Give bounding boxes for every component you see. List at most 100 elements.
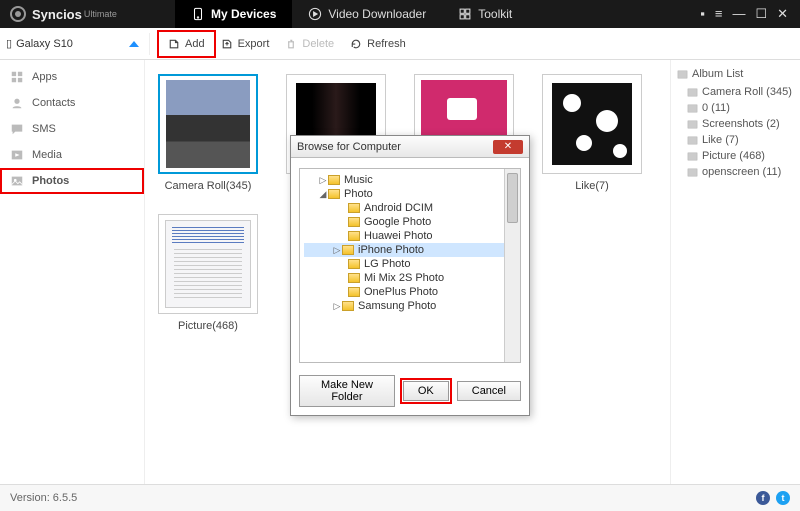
image-icon [687,167,698,178]
nav-video-label: Video Downloader [328,7,426,21]
tree-label: Music [344,174,373,186]
play-icon [308,7,322,21]
tree-label: iPhone Photo [358,244,424,256]
album-list-item-zero[interactable]: 0 (11) [677,100,794,116]
tree-scrollbar[interactable] [504,169,520,362]
folder-icon [342,245,354,255]
tree-label: Google Photo [364,216,431,228]
delete-button[interactable]: Delete [277,33,342,55]
tree-item-mimix[interactable]: Mi Mix 2S Photo [304,271,516,285]
status-bar: Version: 6.5.5 f t [0,484,800,511]
tree-item-huawei[interactable]: Huawei Photo [304,229,516,243]
collapse-icon[interactable] [129,41,139,47]
close-button[interactable]: ✕ [777,6,788,22]
menu-icon[interactable]: ≡ [715,6,723,22]
tree-item-oneplus[interactable]: OnePlus Photo [304,285,516,299]
tree-item-photo[interactable]: ◢ Photo [304,187,516,201]
tree-item-music[interactable]: ▷ Music [304,173,516,187]
rp-label: Screenshots (2) [702,118,780,130]
album-list-item-picture[interactable]: Picture (468) [677,148,794,164]
export-icon [221,38,233,50]
expand-icon[interactable]: ▷ [332,301,342,312]
folder-icon [348,231,360,241]
nav-video-downloader[interactable]: Video Downloader [292,0,442,28]
rp-label: Like (7) [702,134,739,146]
folder-icon [348,203,360,213]
category-sidebar: Apps Contacts SMS Media Photos [0,60,145,484]
collapse-icon[interactable]: ◢ [318,189,328,200]
delete-icon [285,38,297,50]
tree-label: Photo [344,188,373,200]
twitter-icon[interactable]: t [776,491,790,505]
tree-item-iphone[interactable]: ▷ iPhone Photo [304,243,516,257]
scrollbar-thumb[interactable] [507,173,518,223]
toolkit-icon [458,7,472,21]
feedback-icon[interactable]: ▪ [700,6,705,22]
dialog-close-button[interactable]: ✕ [493,140,523,154]
refresh-button[interactable]: Refresh [342,33,414,55]
nav-toolkit[interactable]: Toolkit [442,0,528,28]
sidebar-item-photos[interactable]: Photos [0,168,144,194]
sidebar-item-apps[interactable]: Apps [0,64,144,90]
version-label: Version: 6.5.5 [10,492,77,504]
image-icon [687,135,698,146]
maximize-button[interactable]: ☐ [755,6,767,22]
sidebar-apps-label: Apps [32,71,57,83]
nav-toolkit-label: Toolkit [478,7,512,21]
sms-icon [10,122,24,136]
tree-item-samsung[interactable]: ▷Samsung Photo [304,299,516,313]
tree-label: OnePlus Photo [364,286,438,298]
tree-label: LG Photo [364,258,410,270]
sidebar-item-sms[interactable]: SMS [0,116,144,142]
action-toolbar: ▯ Galaxy S10 Add Export Delete Refresh [0,28,800,60]
ok-button[interactable]: OK [403,381,449,401]
album-list-item-openscreen[interactable]: openscreen (11) [677,164,794,180]
album-list-title: Album List [677,68,794,80]
app-logo: Syncios Ultimate [0,6,175,22]
album-list-item-camera[interactable]: Camera Roll (345) [677,84,794,100]
add-label: Add [185,38,205,50]
expand-icon[interactable]: ▷ [332,245,342,256]
facebook-icon[interactable]: f [756,491,770,505]
image-icon [687,103,698,114]
sidebar-sms-label: SMS [32,123,56,135]
album-like[interactable]: Like(7) [539,74,645,192]
media-icon [10,148,24,162]
dialog-button-row: Make New Folder OK Cancel [291,367,529,415]
album-camera-label: Camera Roll(345) [165,180,252,192]
tree-item-google[interactable]: Google Photo [304,215,516,229]
delete-label: Delete [302,38,334,50]
expand-icon[interactable]: ▷ [318,175,328,186]
rp-label: Camera Roll (345) [702,86,792,98]
album-list-panel: Album List Camera Roll (345) 0 (11) Scre… [670,60,800,484]
cancel-button[interactable]: Cancel [457,381,521,401]
album-list-item-like[interactable]: Like (7) [677,132,794,148]
sidebar-item-media[interactable]: Media [0,142,144,168]
minimize-button[interactable]: — [732,6,745,22]
rp-label: 0 (11) [702,102,730,114]
device-selector[interactable]: ▯ Galaxy S10 [0,37,145,50]
dialog-titlebar[interactable]: Browse for Computer ✕ [291,136,529,158]
album-camera-roll[interactable]: Camera Roll(345) [155,74,261,192]
album-list-item-screenshots[interactable]: Screenshots (2) [677,116,794,132]
folder-tree[interactable]: ▷Music ◢Photo Android DCIM Google Photo … [299,168,521,363]
device-icon [191,7,205,21]
tree-item-android[interactable]: Android DCIM [304,201,516,215]
dialog-title: Browse for Computer [297,141,401,153]
folder-icon [328,189,340,199]
sidebar-item-contacts[interactable]: Contacts [0,90,144,116]
app-header: Syncios Ultimate My Devices Video Downlo… [0,0,800,28]
make-new-folder-button[interactable]: Make New Folder [299,375,395,407]
image-icon [687,87,698,98]
folder-icon [348,259,360,269]
nav-my-devices[interactable]: My Devices [175,0,292,28]
add-button[interactable]: Add [160,33,213,55]
thumb-image [549,80,635,168]
tree-item-lg[interactable]: LG Photo [304,257,516,271]
export-button[interactable]: Export [213,33,278,55]
album-picture[interactable]: Picture(468) [155,214,261,332]
social-links: f t [756,491,790,505]
album-thumb [158,214,258,314]
add-icon [168,38,180,50]
syncios-logo-icon [10,6,26,22]
